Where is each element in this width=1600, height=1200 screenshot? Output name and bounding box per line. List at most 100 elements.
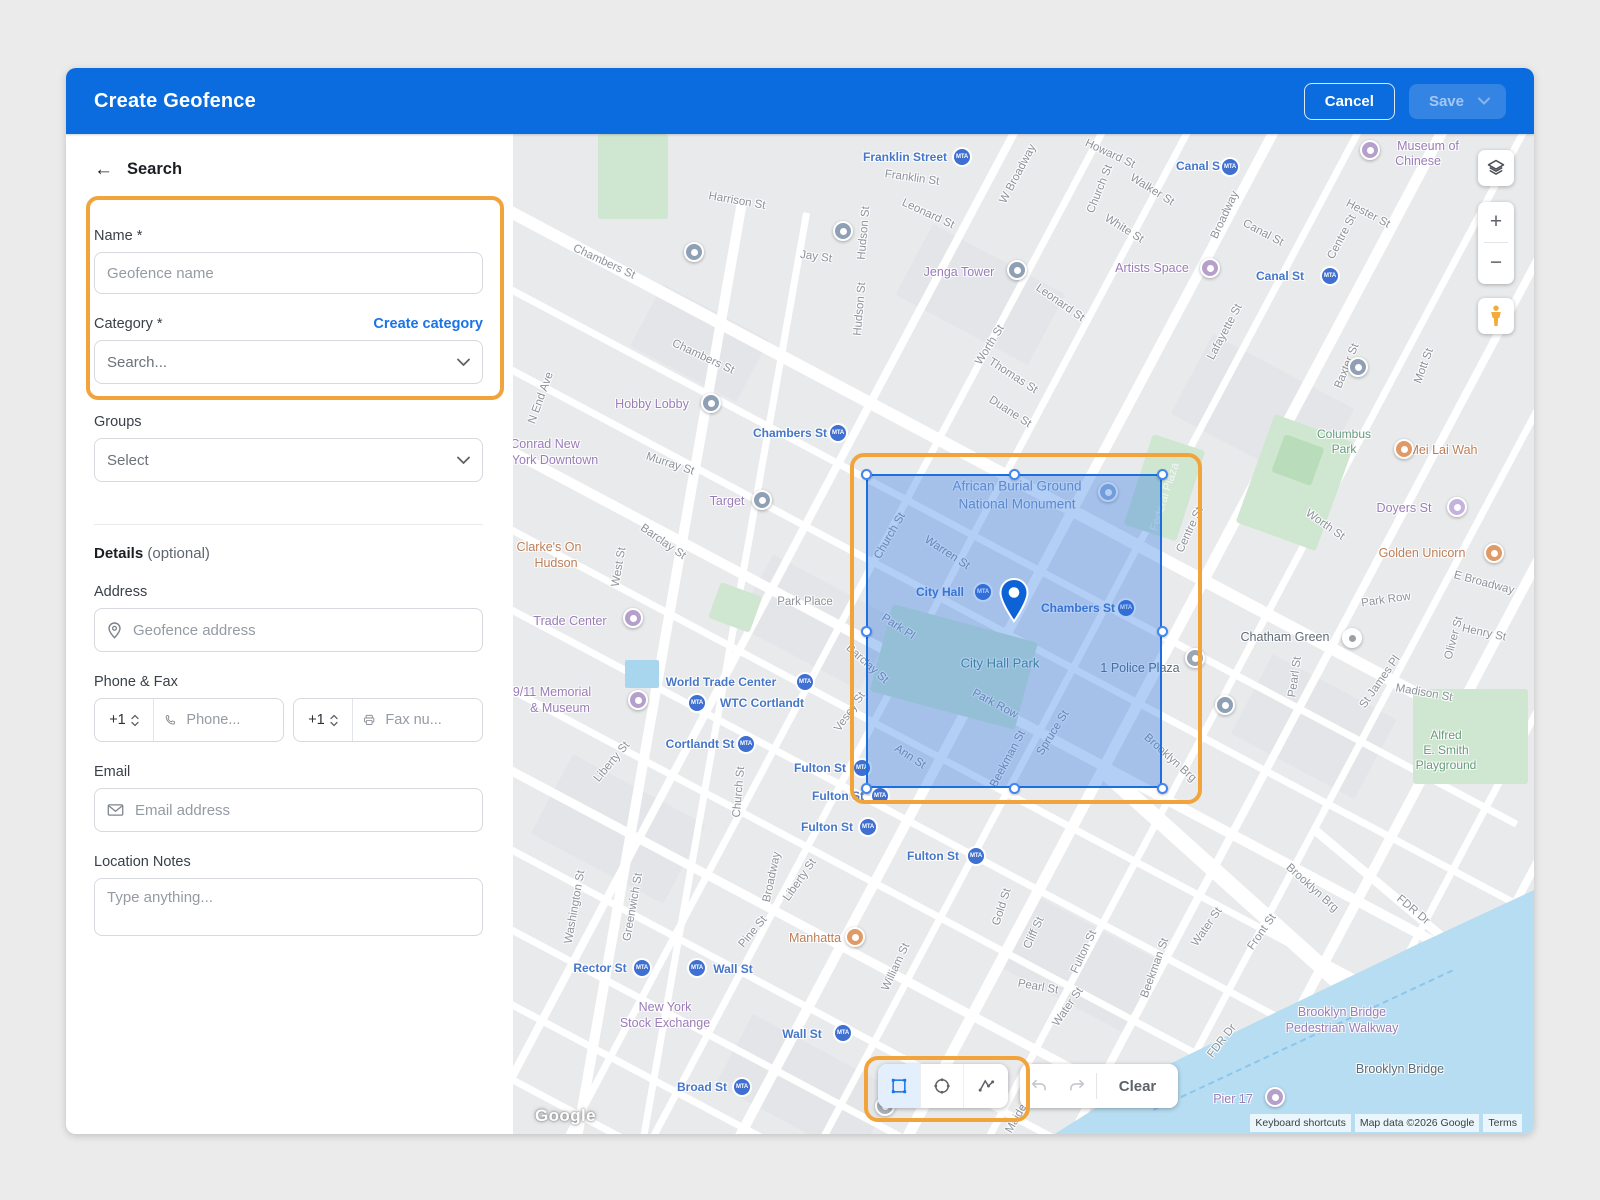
- transit-badge-text: MTA: [956, 154, 968, 160]
- police-poi-pin[interactable]: [1185, 648, 1205, 668]
- transit-badge-icon[interactable]: MTA: [954, 149, 970, 165]
- transit-badge-icon[interactable]: MTA: [634, 960, 650, 976]
- shop-lock-poi-pin[interactable]: [701, 393, 721, 413]
- transit-badge-icon[interactable]: MTA: [835, 1025, 851, 1041]
- zoom-in-button[interactable]: +: [1478, 202, 1514, 242]
- transit-badge-icon[interactable]: MTA: [1222, 159, 1238, 175]
- map-label: Playground: [1416, 758, 1477, 772]
- map-label: Fulton St: [801, 820, 853, 834]
- category-select[interactable]: Search...: [94, 340, 483, 384]
- phone-input[interactable]: [184, 711, 273, 729]
- residence-poi-pin[interactable]: [1342, 628, 1362, 648]
- terms-link[interactable]: Terms: [1483, 1114, 1522, 1132]
- street-view-pegman-button[interactable]: [1478, 298, 1514, 334]
- map-attribution: Keyboard shortcuts Map data ©2026 Google…: [1250, 1114, 1522, 1132]
- name-input[interactable]: [94, 252, 483, 294]
- map-layers-button[interactable]: [1478, 150, 1514, 186]
- map-label: Gold St: [990, 887, 1013, 927]
- geofence-handle[interactable]: [861, 626, 872, 637]
- fax-input[interactable]: [383, 711, 472, 729]
- museum-poi-pin[interactable]: [628, 690, 648, 710]
- map-label: Brooklyn Bridge: [1356, 1062, 1444, 1076]
- shop-lock-poi-pin[interactable]: [752, 490, 772, 510]
- geofence-handle[interactable]: [861, 469, 872, 480]
- map-label: Columbus: [1317, 427, 1371, 441]
- name-label: Name *: [94, 228, 483, 244]
- stepper-carets-icon: [131, 714, 139, 727]
- generic-poi-pin[interactable]: [1348, 357, 1368, 377]
- map-label: Wall St: [782, 1027, 822, 1041]
- geofence-handle[interactable]: [1157, 469, 1168, 480]
- chevron-down-icon: [457, 456, 470, 464]
- geofence-handle[interactable]: [861, 783, 872, 794]
- draw-polygon-button[interactable]: [964, 1064, 1007, 1108]
- section-divider: [94, 524, 483, 525]
- transit-badge-icon[interactable]: MTA: [830, 425, 846, 441]
- create-category-link[interactable]: Create category: [373, 316, 483, 332]
- map-label: Duane St: [987, 394, 1034, 430]
- location-marker-icon[interactable]: [999, 578, 1029, 629]
- geofence-handle[interactable]: [1157, 783, 1168, 794]
- transit-badge-icon[interactable]: MTA: [689, 960, 705, 976]
- gallery-poi-pin[interactable]: [1200, 258, 1220, 278]
- undo-button[interactable]: [1020, 1064, 1058, 1108]
- phone-country-code-select[interactable]: +1: [95, 699, 154, 741]
- back-arrow-icon[interactable]: ←: [94, 160, 113, 179]
- church-poi-pin[interactable]: [1447, 497, 1467, 517]
- geofence-handle[interactable]: [1157, 626, 1168, 637]
- transit-badge-icon[interactable]: MTA: [738, 736, 754, 752]
- map-label: Church St: [1085, 163, 1115, 215]
- fax-field: +1: [293, 698, 483, 742]
- camera-poi-pin[interactable]: [833, 221, 853, 241]
- map-label: Chambers St: [753, 426, 827, 440]
- location-notes-input[interactable]: [94, 878, 483, 936]
- map-label: Pedestrian Walkway: [1286, 1021, 1399, 1035]
- map-label: Pier 17: [1213, 1092, 1253, 1106]
- map-label: Jenga Tower: [924, 265, 995, 279]
- transit-badge-icon[interactable]: MTA: [734, 1079, 750, 1095]
- transit-badge-text: MTA: [691, 700, 703, 706]
- restaurant-poi-pin[interactable]: [1394, 439, 1414, 459]
- fax-country-code-select[interactable]: +1: [294, 699, 353, 741]
- polygon-tool-icon: [976, 1076, 996, 1096]
- geofence-form-sidebar: ← Search Name * Category * Create catego…: [66, 134, 513, 1134]
- geofence-handle[interactable]: [1009, 469, 1020, 480]
- restaurant-poi-pin[interactable]: [1484, 543, 1504, 563]
- undo-icon: [1029, 1076, 1049, 1096]
- zoom-out-button[interactable]: −: [1478, 243, 1514, 283]
- map-label: Chinese: [1395, 154, 1441, 168]
- transit-badge-icon[interactable]: MTA: [1322, 268, 1338, 284]
- email-input[interactable]: [133, 801, 470, 820]
- draw-rectangle-button[interactable]: [878, 1064, 921, 1108]
- transit-badge-icon[interactable]: MTA: [689, 695, 705, 711]
- school-poi-pin[interactable]: [684, 242, 704, 262]
- map-canvas[interactable]: + −: [513, 134, 1534, 1134]
- museum-poi-pin[interactable]: [1360, 140, 1380, 160]
- transit-badge-icon[interactable]: MTA: [860, 819, 876, 835]
- landmark-poi-pin[interactable]: [623, 608, 643, 628]
- geofence-rectangle[interactable]: [866, 474, 1162, 788]
- clear-button[interactable]: Clear: [1097, 1078, 1178, 1095]
- save-button[interactable]: Save: [1409, 84, 1506, 119]
- groups-select[interactable]: Select: [94, 438, 483, 482]
- transit-badge-text: MTA: [874, 793, 886, 799]
- edit-toolbar: Clear: [1020, 1064, 1178, 1108]
- transit-badge-icon[interactable]: MTA: [797, 674, 813, 690]
- geofence-handle[interactable]: [1009, 783, 1020, 794]
- keyboard-shortcuts-link[interactable]: Keyboard shortcuts: [1250, 1114, 1350, 1132]
- fax-country-code: +1: [308, 712, 325, 728]
- attraction-poi-pin[interactable]: [1265, 1087, 1285, 1107]
- draw-circle-button[interactable]: [921, 1064, 964, 1108]
- transit-badge-icon[interactable]: MTA: [968, 848, 984, 864]
- address-input[interactable]: [131, 621, 470, 640]
- back-navigation[interactable]: ← Search: [94, 156, 483, 182]
- map-label: Cortlandt St: [666, 737, 735, 751]
- cancel-button[interactable]: Cancel: [1304, 83, 1395, 120]
- transit-badge-icon[interactable]: MTA: [872, 788, 888, 804]
- camera-poi-pin[interactable]: [1007, 260, 1027, 280]
- chevron-down-icon: [1478, 97, 1490, 105]
- details-optional-label: (optional): [147, 545, 210, 562]
- redo-button[interactable]: [1058, 1064, 1096, 1108]
- restaurant-poi-pin[interactable]: [845, 927, 865, 947]
- school-poi-pin[interactable]: [1215, 695, 1235, 715]
